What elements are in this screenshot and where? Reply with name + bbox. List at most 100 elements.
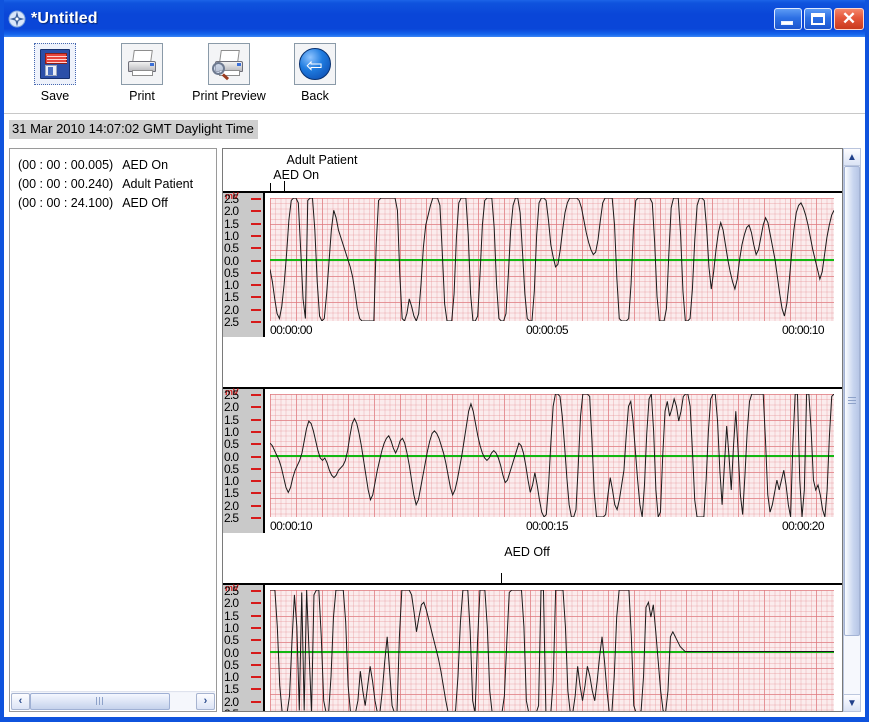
list-item[interactable]: (00 : 00 : 24.100) AED Off <box>18 194 216 213</box>
y-axis-tick-label: 1.5 <box>224 608 239 623</box>
x-axis-tick-label: 00:00:05 <box>526 323 569 337</box>
y-axis: mV2.52.01.51.00.50.00.51.01.52.02.5 <box>223 192 265 337</box>
annotation-tick-mark <box>270 183 272 191</box>
y-axis-tick-label: 1.5 <box>224 682 239 697</box>
ecg-plot[interactable]: 00:00:00 00:00:05 00:00:10 <box>265 193 842 337</box>
ecg-strip[interactable]: Adult Patient AED On mV 2.5 2.0 1.5 1.0 0.5 0.0 0… <box>223 149 842 337</box>
grip-icon <box>95 697 105 705</box>
y-axis-tick-mark <box>251 430 261 433</box>
y-axis-tick: 2.5 <box>223 512 265 528</box>
x-axis-tick-label: 00:00:00 <box>270 323 313 337</box>
toolbar: Save Print Print Preview ⇦ Back <box>4 37 865 114</box>
x-axis: 00:00:00 00:00:05 00:00:10 <box>265 321 842 337</box>
window-border-bottom <box>0 717 869 722</box>
x-axis-tick-label: 00:00:20 <box>782 519 825 533</box>
y-axis-tick-label: 0.0 <box>224 253 239 268</box>
y-axis-tick-mark <box>251 259 261 262</box>
ecg-strip[interactable]: AED OffmV2.52.01.51.00.50.00.51.01.52.02… <box>223 541 842 712</box>
strip-annotation-band: AED Off <box>223 541 842 585</box>
y-axis-tick-mark <box>251 676 261 679</box>
maximize-icon <box>811 12 825 25</box>
strip-gap <box>223 533 842 541</box>
y-axis-tick-label: 2.0 <box>224 204 239 219</box>
application-window: *Untitled ✕ Save Print Print Preview ⇦ B… <box>0 0 869 722</box>
scroll-up-arrow-icon[interactable]: ▲ <box>844 149 860 166</box>
y-axis-tick-mark <box>251 394 261 396</box>
minimize-icon <box>781 20 793 25</box>
y-axis-tick-mark <box>251 296 261 299</box>
strips-vertical-scrollbar[interactable]: ▲ ▼ <box>843 148 861 712</box>
event-time: (00 : 00 : 24.100) <box>18 196 114 210</box>
scroll-left-arrow-icon[interactable]: ‹ <box>11 692 30 710</box>
y-axis-tick-mark <box>251 590 261 592</box>
y-axis-tick: 2.5 <box>223 316 265 332</box>
y-axis-tick-mark <box>251 492 261 495</box>
app-icon <box>8 10 26 28</box>
ecg-plot[interactable]: 00:00:2000:00:2500:00:30 <box>265 585 842 712</box>
strip-annotation-band <box>223 345 842 389</box>
y-axis-tick-label: 1.5 <box>224 486 239 501</box>
y-axis-tick-mark <box>251 504 261 507</box>
event-list: (00 : 00 : 00.005) AED On (00 : 00 : 00.… <box>10 149 216 689</box>
ecg-strips-viewport[interactable]: Adult Patient AED On mV 2.5 2.0 1.5 1.0 0.5 0.0 0… <box>222 148 843 712</box>
x-axis-tick-label: 00:00:10 <box>782 323 825 337</box>
scroll-down-arrow-icon[interactable]: ▼ <box>844 694 860 711</box>
toolbar-label-back: Back <box>301 89 329 103</box>
y-axis-tick-mark <box>251 247 261 250</box>
event-list-horizontal-scrollbar[interactable]: ‹ › <box>11 691 215 710</box>
scrollbar-track[interactable] <box>844 166 860 694</box>
y-axis: mV2.52.01.51.00.50.00.51.01.52.02.5 <box>223 584 265 711</box>
event-time: (00 : 00 : 00.005) <box>18 158 114 172</box>
x-axis: 00:00:10 00:00:15 00:00:20 <box>265 517 842 533</box>
y-axis-tick-label: 1.5 <box>224 216 239 231</box>
x-axis-tick-label: 00:00:10 <box>270 519 313 533</box>
y-axis-tick-mark <box>251 639 261 642</box>
list-item[interactable]: (00 : 00 : 00.240) Adult Patient <box>18 175 216 194</box>
event-label: AED On <box>122 158 169 172</box>
y-axis-tick-mark <box>251 284 261 287</box>
y-axis-tick-mark <box>251 210 261 213</box>
toolbar-label-print: Print <box>129 89 155 103</box>
event-label: Adult Patient <box>122 177 194 191</box>
strip-annotation-label: Adult Patient <box>286 153 358 167</box>
list-item[interactable]: (00 : 00 : 00.005) AED On <box>18 156 216 175</box>
event-list-panel: (00 : 00 : 00.005) AED On (00 : 00 : 00.… <box>9 148 217 712</box>
ecg-strip[interactable]: mV 2.5 2.0 1.5 1.0 0.5 0.0 0.5 1.0 1.5 2.0 2.5 00:00… <box>223 345 842 533</box>
maximize-button[interactable] <box>804 7 832 30</box>
scrollbar-track[interactable] <box>30 692 196 710</box>
ecg-plot[interactable]: 00:00:10 00:00:15 00:00:20 <box>265 389 842 533</box>
ecg-waveform <box>270 590 834 712</box>
event-time: (00 : 00 : 00.240) <box>18 177 114 191</box>
floppy-disk-icon <box>34 43 76 85</box>
window-border-right <box>865 0 869 722</box>
y-axis-tick-mark <box>251 222 261 225</box>
back-arrow-icon: ⇦ <box>294 43 336 85</box>
printer-icon <box>121 43 163 85</box>
y-axis-tick-label: 0.0 <box>224 449 239 464</box>
printer-magnifier-icon <box>208 43 250 85</box>
y-axis-tick-mark <box>251 198 261 200</box>
close-button[interactable]: ✕ <box>834 7 864 30</box>
y-axis-tick-label: 2.0 <box>224 400 239 415</box>
y-axis-tick-mark <box>251 626 261 629</box>
strip-body: mV2.52.01.51.00.50.00.51.01.52.02.500:00… <box>223 388 842 533</box>
toolbar-label-save: Save <box>40 89 70 103</box>
scroll-right-arrow-icon[interactable]: › <box>196 692 215 710</box>
y-axis-tick-mark <box>251 271 261 274</box>
y-axis-tick-mark <box>251 467 261 470</box>
title-bar: *Untitled ✕ <box>0 0 869 37</box>
recording-date-bar: 31 Mar 2010 14:07:02 GMT Daylight Time <box>4 115 865 144</box>
y-axis-tick-label: 1.5 <box>224 412 239 427</box>
scrollbar-thumb[interactable] <box>844 166 860 636</box>
strip-annotation-label: AED On <box>273 168 320 182</box>
ecg-waveform <box>270 198 834 321</box>
scrollbar-thumb[interactable] <box>30 692 170 710</box>
toolbar-button-back[interactable]: ⇦ Back <box>260 43 370 103</box>
main-content: (00 : 00 : 00.005) AED On (00 : 00 : 00.… <box>4 144 865 717</box>
y-axis-tick-mark <box>251 480 261 483</box>
y-axis-tick-mark <box>251 443 261 446</box>
close-icon: ✕ <box>841 9 857 28</box>
y-axis-tick-mark <box>251 688 261 691</box>
minimize-button[interactable] <box>774 7 802 30</box>
y-axis-tick-mark <box>251 651 261 654</box>
